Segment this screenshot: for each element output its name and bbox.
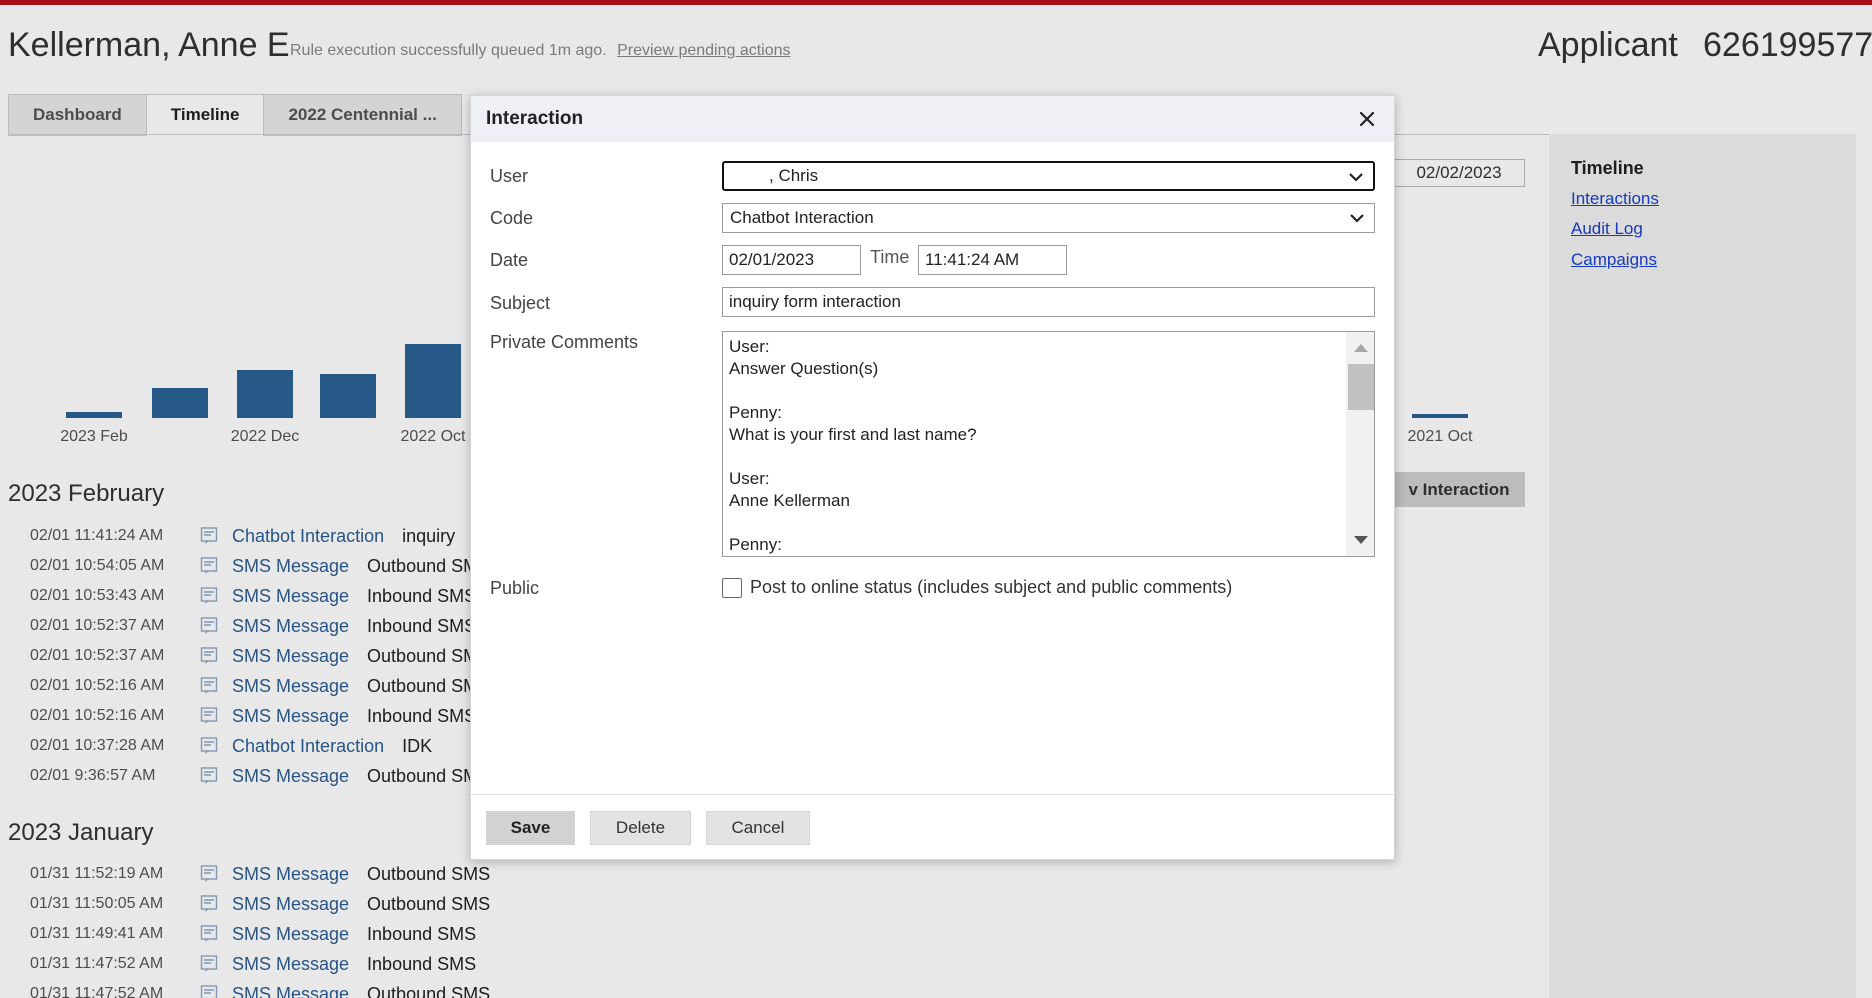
date-label: Date: [490, 250, 529, 270]
scroll-down-icon[interactable]: [1354, 536, 1368, 544]
public-checkbox-label[interactable]: Post to online status (includes subject …: [750, 577, 1232, 598]
private-comments-label: Private Comments: [490, 332, 639, 352]
public-checkbox[interactable]: [722, 578, 742, 598]
comments-scrollbar[interactable]: [1346, 332, 1374, 556]
cancel-button[interactable]: Cancel: [706, 811, 810, 845]
time-label: Time: [870, 247, 910, 267]
chevron-down-icon: [1350, 214, 1364, 223]
dialog-header: Interaction: [471, 96, 1394, 142]
subject-label: Subject: [490, 293, 551, 313]
interaction-dialog: Interaction User , Chris Code Chatbot In…: [470, 95, 1395, 860]
chevron-down-icon: [1349, 173, 1363, 182]
time-input[interactable]: 11:41:24 AM: [918, 245, 1067, 275]
user-value: , Chris: [769, 166, 819, 185]
close-icon[interactable]: [1356, 108, 1378, 130]
dialog-title: Interaction: [486, 108, 584, 129]
user-select[interactable]: , Chris: [722, 161, 1375, 191]
scroll-thumb[interactable]: [1348, 364, 1374, 410]
code-select[interactable]: Chatbot Interaction: [722, 203, 1375, 233]
subject-input[interactable]: inquiry form interaction: [722, 287, 1375, 317]
user-label: User: [490, 166, 529, 186]
dialog-footer-divider: [471, 794, 1394, 795]
public-label: Public: [490, 578, 540, 598]
code-label: Code: [490, 208, 534, 228]
scroll-up-icon[interactable]: [1354, 344, 1368, 352]
delete-button[interactable]: Delete: [590, 811, 691, 845]
private-comments-text: User: Answer Question(s) Penny: What is …: [729, 337, 977, 554]
date-input[interactable]: 02/01/2023: [722, 245, 861, 275]
private-comments-textarea[interactable]: User: Answer Question(s) Penny: What is …: [722, 331, 1375, 557]
code-value: Chatbot Interaction: [730, 208, 874, 227]
save-button[interactable]: Save: [486, 811, 575, 845]
